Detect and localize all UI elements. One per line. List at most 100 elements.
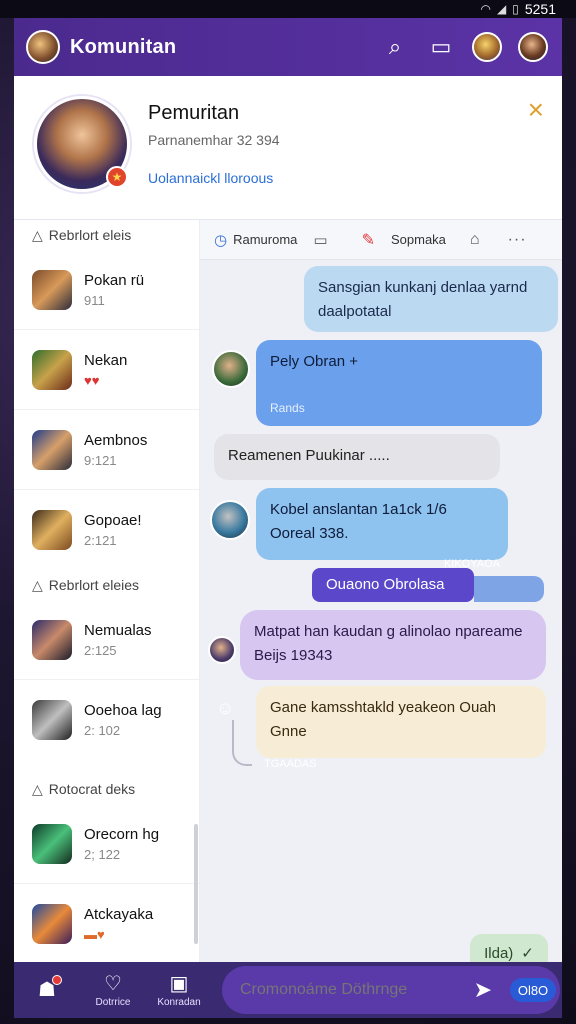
contact-meta: ▬♥ xyxy=(84,927,153,942)
profile-link[interactable]: Uolannaickl lloroous xyxy=(148,170,273,186)
sender-avatar[interactable] xyxy=(210,500,250,540)
section-header: △ Rotocrat deks xyxy=(32,780,136,798)
bell-icon: △ xyxy=(32,780,43,797)
profile-name: Pemuritan xyxy=(148,102,240,124)
app-title: Komunitan xyxy=(70,35,177,58)
message-bubble[interactable]: Kobel anslantan 1a1ck 1/6 Ooreal 338. KI… xyxy=(256,488,508,570)
message-chip[interactable]: Ouaono Obrolasa xyxy=(312,568,474,602)
contact-name: Nemualas xyxy=(84,621,152,639)
message-bubble[interactable]: Matpat han kaudan g alinolao npareame Be… xyxy=(240,610,546,680)
battery-icon: ▯ xyxy=(512,2,519,16)
contact-item[interactable]: Atckayaka ▬♥ xyxy=(14,884,199,962)
contact-meta: 2:125 xyxy=(84,642,117,658)
nav-profile[interactable]: ☗ xyxy=(14,975,80,1001)
contact-item[interactable]: Pokan rü 911 xyxy=(14,250,199,330)
clock-icon: ◷ xyxy=(214,231,228,249)
status-time: 5251 xyxy=(524,1,556,17)
message-bubble[interactable]: Pely Obran + Rands xyxy=(256,340,542,426)
message-meta: Rands xyxy=(270,401,305,415)
bell-icon: △ xyxy=(32,576,43,593)
message-bubble[interactable]: Gane kamsshtakld yeakeon Ouah Gnne TGAAD… xyxy=(256,686,546,770)
app-logo xyxy=(26,30,60,64)
friend-avatar-button[interactable] xyxy=(470,30,504,64)
bubble-tail xyxy=(474,576,544,602)
chat-bubble-icon: ▭ xyxy=(430,34,452,59)
profile-card: ★ Pemuritan Parnanemhar 32 394 Uolannaic… xyxy=(14,76,562,220)
close-button[interactable]: × xyxy=(528,96,544,124)
contact-name: Ooehoa lag xyxy=(84,702,162,719)
check-icon: ✓ xyxy=(521,945,534,962)
chat-header-left[interactable]: Ramuroma xyxy=(233,232,297,247)
contact-avatar xyxy=(32,619,72,660)
chat-panel: ◷ Ramuroma ▭ ✎ Sopmaka ⌂ ··· Sansgian ku… xyxy=(200,220,562,972)
contact-meta: 9:121 xyxy=(84,452,117,468)
contact-sidebar: △ Rebrlort eleis Pokan rü 911 Nekan ♥♥ A… xyxy=(14,220,200,962)
message-bubble[interactable]: Sansgian kunkanj denlaa yarnd daalpotata… xyxy=(304,266,558,332)
contact-name: Gopoae! xyxy=(84,512,142,529)
search-button[interactable]: ⌕ xyxy=(378,30,412,64)
contact-avatar xyxy=(32,823,72,864)
status-bar: ◠ ◢ ▯ 5251 xyxy=(0,0,576,18)
contact-name: Atckayaka xyxy=(84,906,154,923)
app-window: Komunitan ⌕ ▭ ★ Pemuritan Parnanemhar 32… xyxy=(14,18,562,1018)
reaction-icon: ♥♥ xyxy=(84,372,100,388)
chat-header: ◷ Ramuroma ▭ ✎ Sopmaka ⌂ ··· xyxy=(200,220,562,260)
contact-avatar xyxy=(32,510,72,550)
contact-meta: 2; 122 xyxy=(84,846,121,862)
contact-item[interactable]: Gopoae! 2:121 xyxy=(14,490,199,570)
nav-dotrrice[interactable]: ♡ Dotrrice xyxy=(80,973,146,1008)
profile-avatar-button[interactable] xyxy=(516,30,550,64)
pin-icon[interactable]: ✎ xyxy=(362,230,375,250)
more-icon[interactable]: ··· xyxy=(508,231,527,249)
contact-item[interactable]: Nemualas 2:125 xyxy=(14,600,199,680)
avatar xyxy=(472,32,502,62)
top-bar: Komunitan ⌕ ▭ xyxy=(14,18,562,76)
contact-avatar xyxy=(32,700,72,740)
contact-meta: 911 xyxy=(84,292,105,308)
message-bubble[interactable]: Reamenen Puukinar ..... xyxy=(214,434,500,480)
thread-line xyxy=(232,720,252,766)
message-composer: ➤ Ol8O xyxy=(222,966,560,1014)
contact-name: Aembnos xyxy=(84,431,148,449)
nav-konradan[interactable]: ▣ Konradan xyxy=(146,973,212,1008)
home-icon[interactable]: ⌂ xyxy=(470,231,480,249)
bell-icon: △ xyxy=(32,226,43,243)
reaction-icon: ▬♥ xyxy=(84,927,105,942)
heart-icon: ♡ xyxy=(104,972,122,995)
sidebar-scrollbar[interactable] xyxy=(194,824,198,944)
contact-item[interactable]: Orecorn hg 2; 122 xyxy=(14,804,199,884)
chat-header-right[interactable]: Sopmaka xyxy=(391,232,446,247)
close-icon: × xyxy=(527,94,544,125)
reaction-icon[interactable]: ☺ xyxy=(216,698,234,719)
contact-name: Orecorn hg xyxy=(84,825,160,843)
chat-bubble-icon[interactable]: ▭ xyxy=(313,231,327,249)
contact-meta: 2: 102 xyxy=(84,723,121,738)
contact-avatar xyxy=(32,349,72,390)
sender-avatar[interactable] xyxy=(212,350,250,388)
message-meta: TGAADAS xyxy=(264,758,317,770)
signal-icon: ◢ xyxy=(497,2,507,16)
section-header: △ Rebrlort eleis xyxy=(32,226,132,244)
contact-avatar xyxy=(32,429,72,470)
section-header: △ Rebrlort eleies xyxy=(32,576,140,594)
send-icon[interactable]: ➤ xyxy=(474,977,492,1003)
wifi-icon: ◠ xyxy=(480,2,491,16)
contact-meta: 2:121 xyxy=(84,533,117,548)
search-icon: ⌕ xyxy=(388,34,402,59)
notification-dot xyxy=(52,975,62,985)
level-badge-icon: ★ xyxy=(106,166,128,188)
message-input[interactable] xyxy=(240,981,474,999)
contact-item[interactable]: Aembnos 9:121 xyxy=(14,410,199,490)
sender-avatar[interactable] xyxy=(208,636,236,664)
composer-action-button[interactable]: Ol8O xyxy=(510,978,556,1002)
contact-avatar xyxy=(32,269,72,310)
chat-button[interactable]: ▭ xyxy=(424,30,458,64)
profile-subtitle: Parnanemhar 32 394 xyxy=(148,132,280,148)
contact-avatar xyxy=(32,904,72,944)
contact-item[interactable]: Nekan ♥♥ xyxy=(14,330,199,410)
avatar xyxy=(518,32,548,62)
contact-name: Pokan rü xyxy=(84,271,145,289)
contact-name: Nekan xyxy=(84,351,128,369)
bottom-bar: ☗ ♡ Dotrrice ▣ Konradan ➤ Ol8O xyxy=(14,962,562,1018)
contact-item[interactable]: Ooehoa lag 2: 102 xyxy=(14,680,199,760)
